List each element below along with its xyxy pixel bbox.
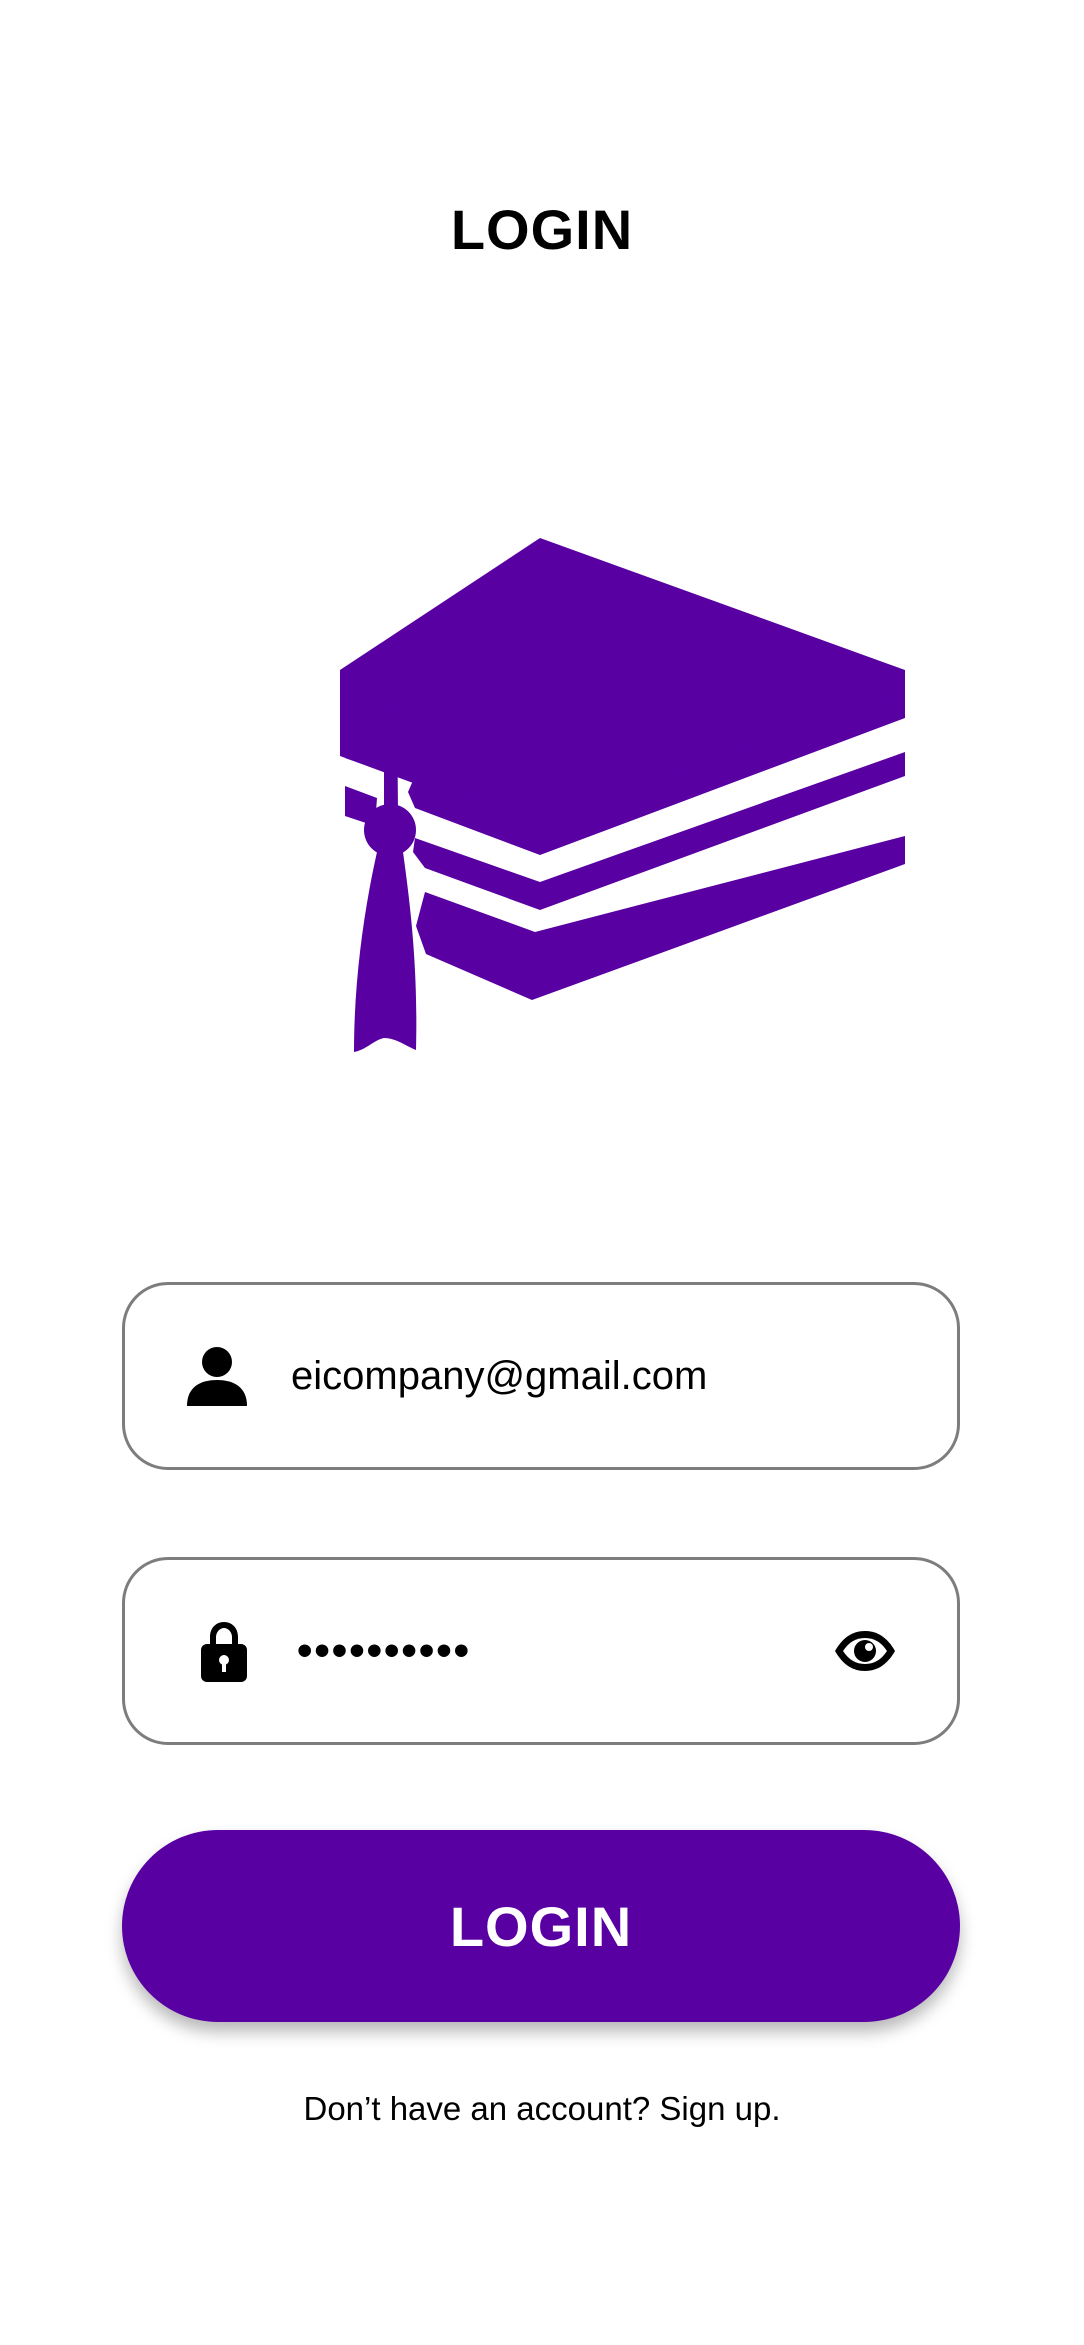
password-input[interactable]: •••••••••• [297,1623,827,1679]
signup-prompt: Don’t have an account? Sign up. [0,2087,1084,2131]
signup-prompt-text: Don’t have an account? [303,2090,651,2127]
signup-link[interactable]: Sign up. [659,2090,780,2127]
password-field[interactable]: •••••••••• [122,1557,960,1745]
login-button[interactable]: LOGIN [122,1830,960,2022]
email-input[interactable]: eicompany@gmail.com [291,1348,827,1404]
eye-icon[interactable] [833,1619,897,1683]
lock-icon [201,1622,247,1682]
user-icon [187,1347,247,1406]
graduation-cap-icon [340,538,905,1052]
page-title: LOGIN [450,198,634,261]
email-field[interactable]: eicompany@gmail.com [122,1282,960,1470]
